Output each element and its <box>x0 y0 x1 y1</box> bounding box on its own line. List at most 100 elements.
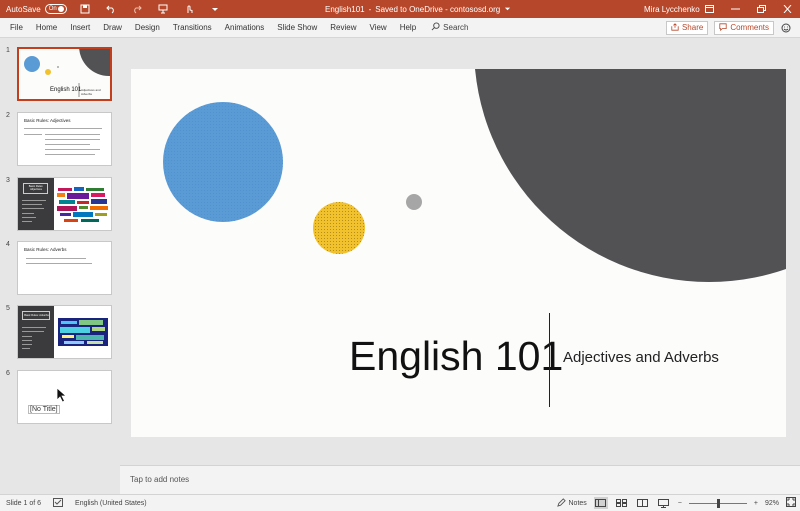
slide-editor-area: English 101 Adjectives and Adverbs <box>120 38 800 465</box>
tab-home[interactable]: Home <box>36 23 57 32</box>
present-icon[interactable] <box>157 3 169 15</box>
text-line <box>45 134 100 135</box>
thumbnail-slide-2[interactable]: Basic Rules: Adjectives <box>17 112 112 166</box>
slide-show-view-button[interactable] <box>657 497 671 509</box>
slide-show-icon <box>658 498 670 508</box>
restore-icon[interactable] <box>748 0 774 18</box>
thumbnail-slide-5[interactable]: Basic Rules: Adverbs <box>17 305 112 359</box>
comments-label: Comments <box>730 23 769 32</box>
search-box[interactable]: Search <box>431 22 469 33</box>
fit-to-window-icon[interactable] <box>786 497 796 509</box>
window-controls <box>696 0 800 18</box>
tab-view[interactable]: View <box>370 23 387 32</box>
language-indicator[interactable]: English (United States) <box>75 500 147 507</box>
chevron-down-icon <box>504 5 511 14</box>
text-line <box>22 340 32 341</box>
text-line <box>22 348 30 349</box>
thumbnail-number: 1 <box>6 47 10 54</box>
tab-file[interactable]: File <box>10 23 23 32</box>
user-name: Mira Lycchenko <box>644 4 700 14</box>
text-line <box>45 144 90 145</box>
small-gray-circle <box>406 194 422 210</box>
thumbnail-slide-3[interactable]: Basic Rules: Adjectives <box>17 177 112 231</box>
notes-icon <box>556 497 566 509</box>
status-bar-left: Slide 1 of 6 English (United States) <box>0 497 147 509</box>
zoom-in-button[interactable]: + <box>754 500 758 507</box>
thumbnail-row-5: 5 Basic Rules: Adverbs <box>0 305 120 361</box>
thumbnail-number: 4 <box>6 241 10 248</box>
text-line <box>22 208 44 209</box>
current-slide[interactable]: English 101 Adjectives and Adverbs <box>131 69 786 437</box>
minimize-icon[interactable] <box>722 0 748 18</box>
title-separator: - <box>368 4 372 14</box>
thumbnail-row-4: 4 Basic Rules: Adverbs <box>0 241 120 297</box>
notes-pane[interactable]: Tap to add notes <box>120 465 800 494</box>
zoom-level[interactable]: 92% <box>765 500 779 507</box>
normal-view-button[interactable] <box>593 497 608 509</box>
slide-thumbnails-pane: 1 English 101 Adjectives and Adverbs 2 B… <box>0 38 120 494</box>
thumbnail-number: 3 <box>6 177 10 184</box>
document-title[interactable]: English101 - Saved to OneDrive - contoso… <box>325 0 511 18</box>
text-line <box>26 263 92 264</box>
thumbnail-slide-4[interactable]: Basic Rules: Adverbs <box>17 241 112 295</box>
thumbnail-slide-1[interactable]: English 101 Adjectives and Adverbs <box>17 47 112 101</box>
ribbon-display-icon[interactable] <box>696 0 722 18</box>
thumbnail-row-3: 3 Basic Rules: Adjectives <box>0 177 120 233</box>
tab-insert[interactable]: Insert <box>70 23 90 32</box>
slide-subtitle[interactable]: Adjectives and Adverbs <box>563 349 719 366</box>
word-cloud-image <box>57 187 108 222</box>
text-line <box>22 327 46 328</box>
comment-icon <box>719 22 727 33</box>
text-line <box>22 331 44 332</box>
undo-icon[interactable] <box>105 3 117 15</box>
close-icon[interactable] <box>774 0 800 18</box>
thumbnail-2-title: Basic Rules: Adjectives <box>24 118 71 123</box>
comments-button[interactable]: Comments <box>714 20 774 35</box>
thumbnail-number: 6 <box>6 370 10 377</box>
zoom-slider[interactable] <box>688 498 747 508</box>
smiley-feedback-icon[interactable] <box>780 22 792 34</box>
text-line <box>22 213 34 214</box>
thumbnail-slide-6[interactable]: [No Title] <box>17 370 112 424</box>
file-name: English101 <box>325 4 365 14</box>
save-status: Saved to OneDrive - contososd.org <box>375 4 501 14</box>
thumbnail-number: 2 <box>6 112 10 119</box>
redo-icon[interactable] <box>131 3 143 15</box>
tab-animations[interactable]: Animations <box>225 23 265 32</box>
notes-label: Notes <box>568 499 587 507</box>
share-label: Share <box>681 23 704 32</box>
tab-slide-show[interactable]: Slide Show <box>277 23 317 32</box>
text-line <box>22 217 36 218</box>
notes-toggle-button[interactable]: Notes <box>556 497 587 509</box>
autosave-label: AutoSave <box>6 4 41 14</box>
spelling-check-icon[interactable] <box>53 497 64 509</box>
text-line <box>26 258 86 259</box>
touch-mode-icon[interactable] <box>183 3 195 15</box>
cursor-pointer-icon <box>56 387 68 405</box>
reading-view-icon <box>637 499 649 507</box>
autosave-toggle[interactable]: On <box>44 4 67 14</box>
search-label: Search <box>443 23 469 32</box>
thumbnail-1-subtitle: Adjectives and Adverbs <box>81 88 101 96</box>
zoom-out-button[interactable]: − <box>678 500 682 507</box>
share-icon <box>671 22 679 33</box>
reading-view-button[interactable] <box>636 497 650 509</box>
tab-help[interactable]: Help <box>400 23 416 32</box>
text-line <box>24 134 42 135</box>
save-icon[interactable] <box>79 3 91 15</box>
search-icon <box>431 22 440 33</box>
slide-sorter-view-button[interactable] <box>615 497 629 509</box>
status-bar-right: Notes − + 92% <box>556 495 796 511</box>
status-bar: Slide 1 of 6 English (United States) Not… <box>0 494 800 511</box>
customize-qat-icon[interactable] <box>209 3 221 15</box>
tab-transitions[interactable]: Transitions <box>173 23 212 32</box>
slide-title[interactable]: English 101 <box>349 333 563 380</box>
tab-draw[interactable]: Draw <box>103 23 122 32</box>
text-line <box>22 344 32 345</box>
tab-design[interactable]: Design <box>135 23 160 32</box>
zoom-slider-handle[interactable] <box>716 498 720 508</box>
share-button[interactable]: Share <box>665 20 709 35</box>
title-divider <box>549 313 550 407</box>
user-account[interactable]: Mira Lycchenko <box>644 0 700 18</box>
tab-review[interactable]: Review <box>330 23 356 32</box>
